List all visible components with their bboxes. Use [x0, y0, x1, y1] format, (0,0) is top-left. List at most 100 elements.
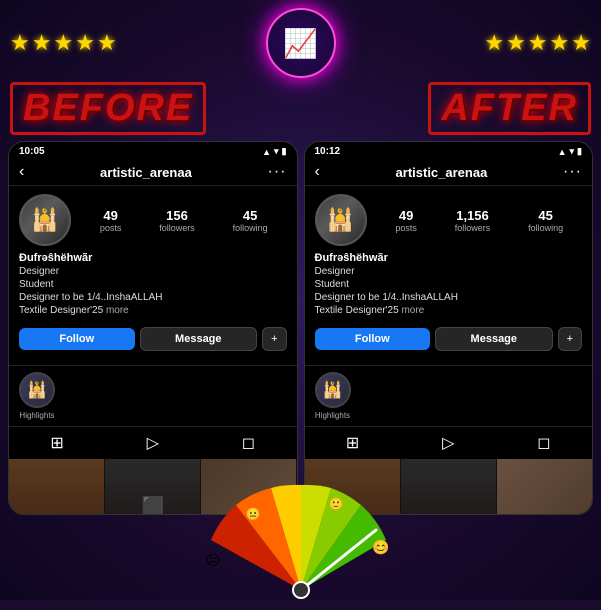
after-follow-button[interactable]: Follow: [315, 328, 431, 350]
star-1: ★: [10, 30, 30, 56]
after-bio-line3: Designer to be 1/4..InshaALLAH: [315, 291, 583, 304]
after-bio-line1: Designer: [315, 265, 583, 278]
after-back-button[interactable]: ‹: [315, 163, 320, 181]
before-highlight-label: Highlights: [19, 411, 54, 420]
after-photo-1: [305, 459, 400, 515]
after-bio-name: Ðufrəŝhëhwãr: [315, 252, 583, 264]
wifi-icon: ▾: [274, 146, 279, 157]
before-followers-value: 156: [159, 208, 195, 223]
stars-right: ★ ★ ★ ★ ★: [484, 30, 591, 56]
before-followers-label: followers: [159, 223, 195, 233]
before-photo-3: [201, 459, 296, 515]
after-profile-section: 🕌 49 posts 1,156 followers 45 following: [305, 186, 593, 365]
battery-icon: ▮: [282, 146, 287, 157]
after-following-label: following: [528, 223, 563, 233]
after-tag-tab[interactable]: ◻: [537, 433, 550, 453]
phones-row: 10:05 ▲ ▾ ▮ ‹ artistic_arenaa ··· 🕌 49: [0, 135, 601, 515]
before-posts-label: posts: [100, 223, 122, 233]
after-status-bar: 10:12 ▲ ▾ ▮: [305, 142, 593, 159]
before-avatar: 🕌: [19, 194, 71, 246]
before-stats: 49 posts 156 followers 45 following: [81, 208, 287, 233]
after-time: 10:12: [315, 146, 341, 157]
before-tab-bar: ⊞ ▷ ◻: [9, 426, 297, 459]
before-posts-stat: 49 posts: [100, 208, 122, 233]
signal-icon: ▲: [262, 147, 271, 157]
before-bio-line2: Student: [19, 278, 287, 291]
before-highlight-circle: 🕌: [19, 372, 55, 408]
before-photo-grid: ⬛: [9, 459, 297, 515]
after-photo-grid: [305, 459, 593, 515]
before-action-buttons: Follow Message +: [19, 327, 287, 351]
after-bio-line2: Student: [315, 278, 583, 291]
star-5: ★: [97, 30, 117, 56]
after-stats: 49 posts 1,156 followers 45 following: [377, 208, 583, 233]
before-ig-header: ‹ artistic_arenaa ···: [9, 159, 297, 186]
after-action-buttons: Follow Message +: [315, 327, 583, 351]
after-posts-label: posts: [395, 223, 417, 233]
before-bio-line1: Designer: [19, 265, 287, 278]
before-bio: Ðufrəŝhëhwãr Designer Student Designer t…: [19, 252, 287, 321]
after-highlights-row: 🕌 Highlights: [305, 365, 593, 426]
after-photo-2: [401, 459, 496, 515]
after-highlight-label: Highlights: [315, 411, 350, 420]
before-bio-more[interactable]: more: [106, 305, 129, 316]
before-bio-line4: Textile Designer'25 more: [19, 304, 287, 317]
after-grid-tab[interactable]: ⊞: [346, 433, 359, 453]
before-bio-line3: Designer to be 1/4..InshaALLAH: [19, 291, 287, 304]
after-message-button[interactable]: Message: [435, 327, 553, 351]
before-time: 10:05: [19, 146, 45, 157]
before-status-bar: 10:05 ▲ ▾ ▮: [9, 142, 297, 159]
stars-left: ★ ★ ★ ★ ★: [10, 30, 117, 56]
before-following-label: following: [233, 223, 268, 233]
after-followers-label: followers: [455, 223, 491, 233]
after-highlight-circle: 🕌: [315, 372, 351, 408]
after-reel-tab[interactable]: ▷: [442, 433, 454, 453]
before-tag-tab[interactable]: ◻: [242, 433, 255, 453]
star-6: ★: [484, 30, 504, 56]
after-add-button[interactable]: +: [558, 327, 582, 351]
after-tab-bar: ⊞ ▷ ◻: [305, 426, 593, 459]
before-followers-stat: 156 followers: [159, 208, 195, 233]
before-posts-value: 49: [100, 208, 122, 223]
after-avatar: 🕌: [315, 194, 367, 246]
before-highlight-item[interactable]: 🕌 Highlights: [19, 372, 55, 420]
after-bio-line4: Textile Designer'25 more: [315, 304, 583, 317]
before-profile-top: 🕌 49 posts 156 followers 45 following: [19, 194, 287, 246]
before-add-button[interactable]: +: [262, 327, 286, 351]
before-following-stat: 45 following: [233, 208, 268, 233]
after-following-stat: 45 following: [528, 208, 563, 233]
before-photo-2: ⬛: [105, 459, 200, 515]
before-following-value: 45: [233, 208, 268, 223]
before-message-button[interactable]: Message: [140, 327, 258, 351]
before-status-icons: ▲ ▾ ▮: [262, 146, 286, 157]
star-8: ★: [528, 30, 548, 56]
before-phone: 10:05 ▲ ▾ ▮ ‹ artistic_arenaa ··· 🕌 49: [8, 141, 298, 515]
star-10: ★: [571, 30, 591, 56]
before-label: BEFORE: [10, 82, 206, 135]
after-profile-top: 🕌 49 posts 1,156 followers 45 following: [315, 194, 583, 246]
labels-row: BEFORE AFTER: [0, 82, 601, 135]
after-followers-value: 1,156: [455, 208, 491, 223]
before-reel-tab[interactable]: ▷: [147, 433, 159, 453]
star-4: ★: [75, 30, 95, 56]
after-bio-more[interactable]: more: [401, 305, 424, 316]
before-grid-tab[interactable]: ⊞: [50, 433, 63, 453]
before-follow-button[interactable]: Follow: [19, 328, 135, 350]
after-status-icons: ▲ ▾ ▮: [558, 146, 582, 157]
center-icon-badge: 📈: [266, 8, 336, 78]
after-battery-icon: ▮: [577, 146, 582, 157]
after-signal-icon: ▲: [558, 147, 567, 157]
before-more-button[interactable]: ···: [268, 163, 287, 181]
star-9: ★: [550, 30, 570, 56]
after-bio: Ðufrəŝhëhwãr Designer Student Designer t…: [315, 252, 583, 321]
after-more-button[interactable]: ···: [563, 163, 582, 181]
after-phone: 10:12 ▲ ▾ ▮ ‹ artistic_arenaa ··· 🕌 49: [304, 141, 594, 515]
after-followers-stat: 1,156 followers: [455, 208, 491, 233]
before-highlights-row: 🕌 Highlights: [9, 365, 297, 426]
center-icon-graphic: 📈: [283, 27, 318, 60]
after-posts-value: 49: [395, 208, 417, 223]
before-bio-name: Ðufrəŝhëhwãr: [19, 252, 287, 264]
after-following-value: 45: [528, 208, 563, 223]
before-back-button[interactable]: ‹: [19, 163, 24, 181]
after-highlight-item[interactable]: 🕌 Highlights: [315, 372, 351, 420]
